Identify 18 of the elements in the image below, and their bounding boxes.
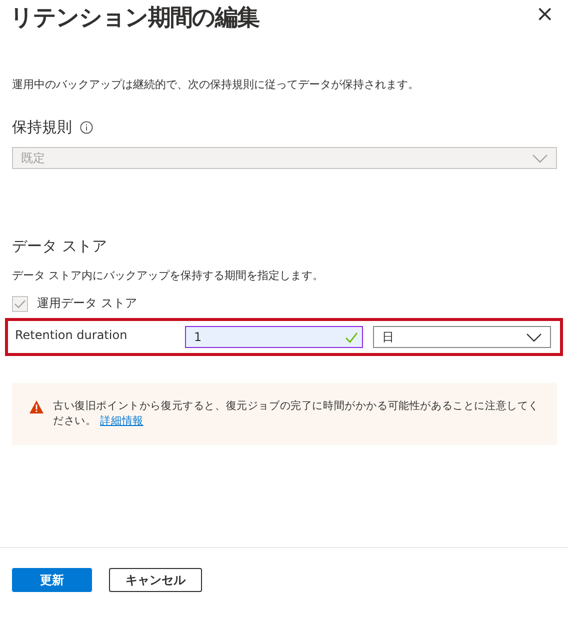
- field-label: 保持規則: [12, 118, 72, 137]
- warning-icon: [29, 400, 44, 414]
- section-description: データ ストア内にバックアップを保持する期間を指定します。: [12, 268, 324, 283]
- chevron-down-icon: [526, 332, 542, 342]
- description-text: 運用中のバックアップは継続的で、次の保持規則に従ってデータが保持されます。: [12, 77, 420, 92]
- cancel-button[interactable]: キャンセル: [109, 568, 202, 592]
- checkbox-label: 運用データ ストア: [37, 295, 137, 312]
- warning-text: 古い復旧ポイントから復元すると、復元ジョブの完了に時間がかかる可能性があることに注意してください。 詳細情報: [53, 399, 540, 430]
- close-button[interactable]: ×: [536, 4, 554, 26]
- panel-title: リテンション期間の編集: [10, 4, 259, 33]
- chevron-down-icon: [532, 154, 548, 162]
- duration-input[interactable]: 1: [185, 326, 363, 348]
- field-label: Retention duration: [15, 327, 128, 342]
- section-heading: データ ストア: [12, 237, 108, 256]
- unit-dropdown[interactable]: 日: [373, 326, 551, 348]
- learn-more-link[interactable]: 詳細情報: [100, 415, 144, 428]
- update-button[interactable]: 更新: [12, 568, 92, 592]
- info-icon[interactable]: [80, 121, 93, 134]
